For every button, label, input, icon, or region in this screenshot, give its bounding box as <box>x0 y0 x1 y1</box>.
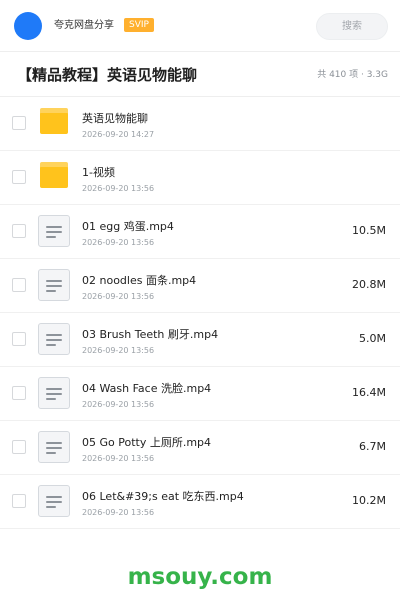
file-document-icon <box>38 323 70 355</box>
row-checkbox[interactable] <box>12 494 26 508</box>
row-checkbox[interactable] <box>12 278 26 292</box>
file-date: 2026-09-20 13:56 <box>82 454 155 463</box>
folder-icon <box>40 108 68 134</box>
file-row[interactable]: 01 egg 鸡蛋.mp4 2026-09-20 13:56 10.5M <box>0 205 400 259</box>
file-date: 2026-09-20 13:56 <box>82 346 155 355</box>
user-name: 夸克网盘分享 <box>54 20 114 31</box>
file-name: 05 Go Potty 上厕所.mp4 <box>82 436 212 449</box>
file-size: 20.8M <box>352 278 386 291</box>
file-document-icon <box>38 431 70 463</box>
file-name: 1-视频 <box>82 166 115 179</box>
row-checkbox[interactable] <box>12 386 26 400</box>
file-row[interactable]: 05 Go Potty 上厕所.mp4 2026-09-20 13:56 6.7… <box>0 421 400 475</box>
file-row[interactable]: 03 Brush Teeth 刷牙.mp4 2026-09-20 13:56 5… <box>0 313 400 367</box>
search-input[interactable]: 搜索 <box>316 13 388 40</box>
avatar[interactable] <box>14 12 42 40</box>
file-name: 03 Brush Teeth 刷牙.mp4 <box>82 328 219 341</box>
file-list: 英语见物能聊 2026-09-20 14:27 1-视频 2026-09-20 … <box>0 97 400 529</box>
file-name: 01 egg 鸡蛋.mp4 <box>82 220 174 233</box>
row-checkbox[interactable] <box>12 440 26 454</box>
file-row[interactable]: 02 noodles 面条.mp4 2026-09-20 13:56 20.8M <box>0 259 400 313</box>
file-size: 10.2M <box>352 494 386 507</box>
file-date: 2026-09-20 13:56 <box>82 238 155 247</box>
row-checkbox[interactable] <box>12 332 26 346</box>
watermark: msouy.com <box>127 564 273 590</box>
header-bar: 夸克网盘分享 SVIP 搜索 <box>0 0 400 52</box>
row-checkbox[interactable] <box>12 224 26 238</box>
file-document-icon <box>38 215 70 247</box>
share-title: 【精品教程】英语见物能聊 <box>17 66 198 84</box>
file-row[interactable]: 06 Let&#39;s eat 吃东西.mp4 2026-09-20 13:5… <box>0 475 400 529</box>
file-name: 02 noodles 面条.mp4 <box>82 274 197 287</box>
svip-badge: SVIP <box>124 18 154 32</box>
file-size: 5.0M <box>359 332 386 345</box>
file-row[interactable]: 04 Wash Face 洗脸.mp4 2026-09-20 13:56 16.… <box>0 367 400 421</box>
file-size: 16.4M <box>352 386 386 399</box>
file-document-icon <box>38 485 70 517</box>
file-date: 2026-09-20 13:56 <box>82 292 155 301</box>
file-name: 04 Wash Face 洗脸.mp4 <box>82 382 212 395</box>
file-name: 06 Let&#39;s eat 吃东西.mp4 <box>82 490 244 503</box>
file-size: 10.5M <box>352 224 386 237</box>
file-row-folder[interactable]: 1-视频 2026-09-20 13:56 <box>0 151 400 205</box>
row-checkbox[interactable] <box>12 116 26 130</box>
folder-icon <box>40 162 68 188</box>
row-checkbox[interactable] <box>12 170 26 184</box>
share-title-bar: 【精品教程】英语见物能聊 共 410 项 · 3.3G <box>0 52 400 97</box>
file-document-icon <box>38 269 70 301</box>
share-meta: 共 410 项 · 3.3G <box>317 70 388 80</box>
file-name: 英语见物能聊 <box>82 112 148 125</box>
file-date: 2026-09-20 13:56 <box>82 400 155 409</box>
file-date: 2026-09-20 13:56 <box>82 184 155 193</box>
file-date: 2026-09-20 13:56 <box>82 508 155 517</box>
file-date: 2026-09-20 14:27 <box>82 130 155 139</box>
file-row-folder[interactable]: 英语见物能聊 2026-09-20 14:27 <box>0 97 400 151</box>
file-size: 6.7M <box>359 440 386 453</box>
file-document-icon <box>38 377 70 409</box>
